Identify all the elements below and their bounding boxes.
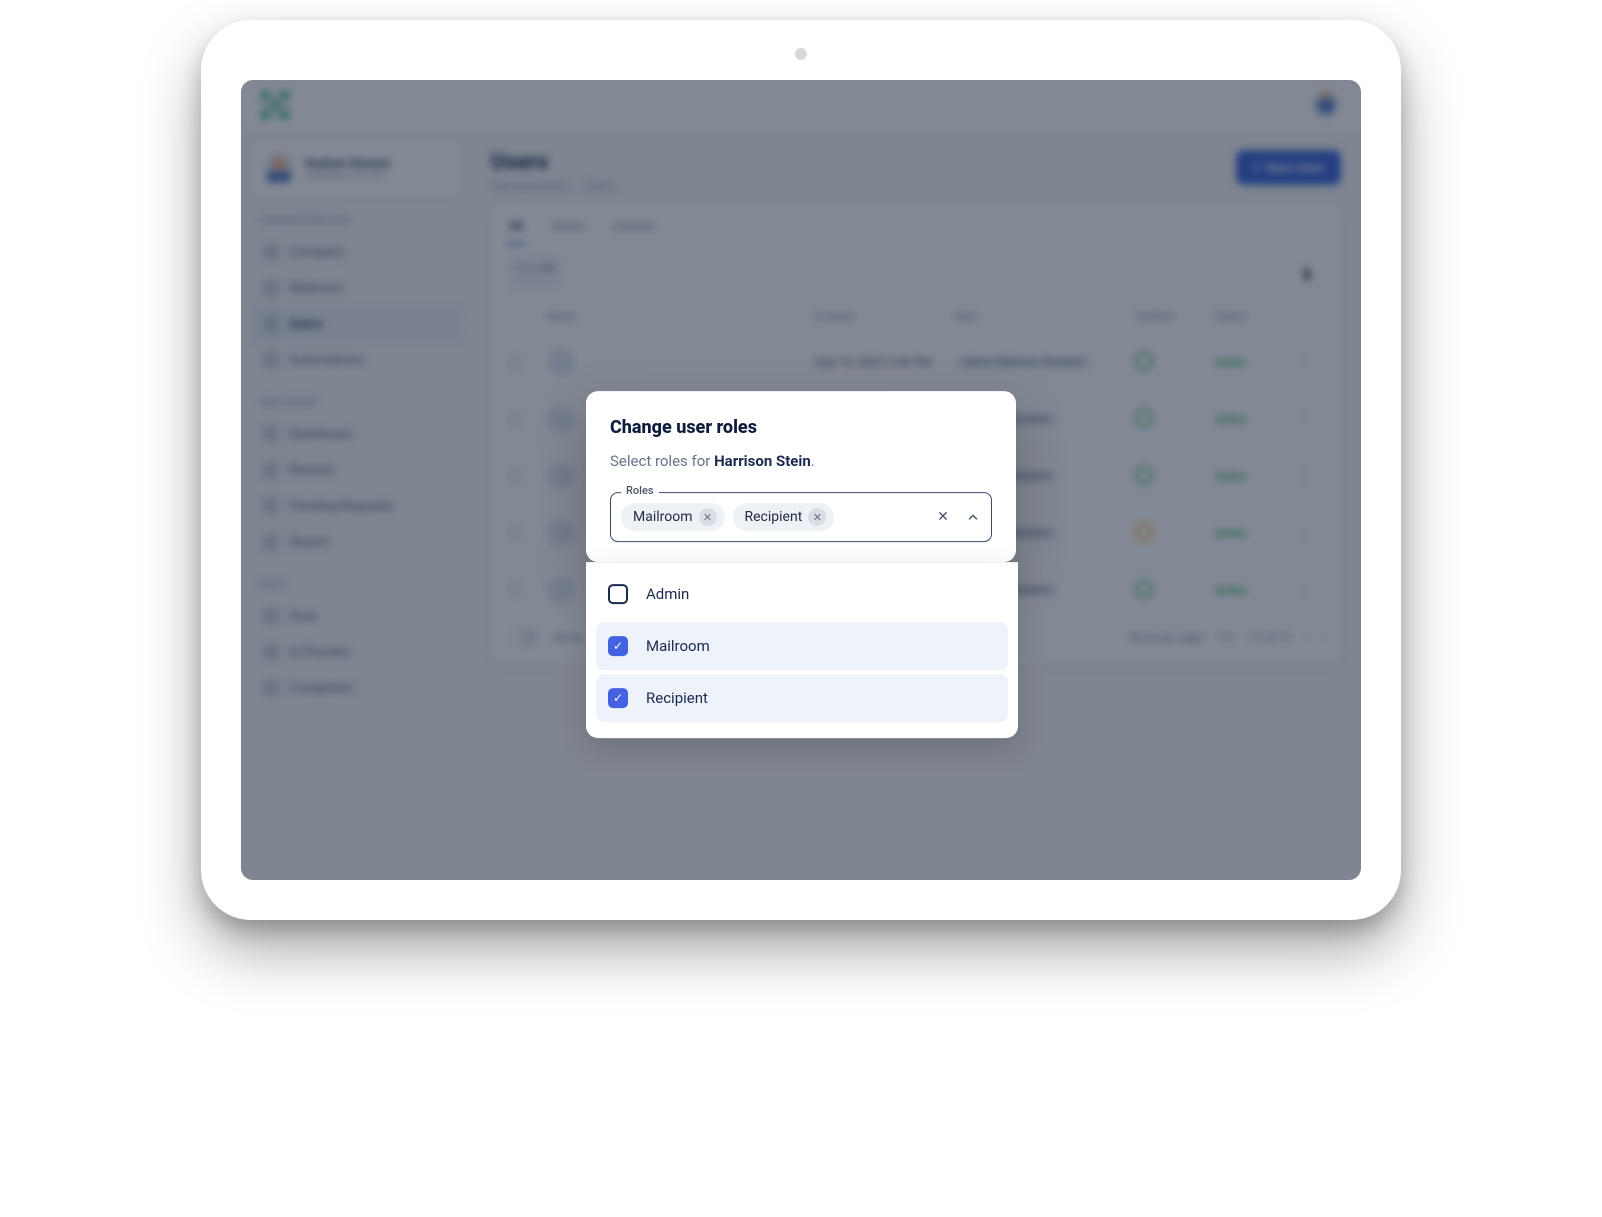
checkbox-checked-icon: ✓	[608, 688, 628, 708]
role-chip-recipient: Recipient ✕	[733, 503, 835, 531]
chip-remove-button[interactable]: ✕	[699, 508, 717, 526]
chip-remove-button[interactable]: ✕	[808, 508, 826, 526]
field-label: Roles	[621, 484, 659, 497]
option-recipient[interactable]: ✓ Recipient	[596, 674, 1008, 722]
chevron-up-icon[interactable]	[965, 509, 981, 525]
modal-title: Change user roles	[610, 417, 992, 438]
roles-dropdown: Admin ✓ Mailroom ✓ Recipient	[586, 562, 1018, 738]
change-roles-modal: Change user roles Select roles for Harri…	[586, 391, 1016, 562]
clear-all-button[interactable]: ✕	[935, 509, 951, 525]
role-chip-mailroom: Mailroom ✕	[621, 503, 725, 531]
roles-multiselect[interactable]: Roles Mailroom ✕ Recipient ✕ ✕	[610, 492, 992, 542]
modal-subtitle: Select roles for Harrison Stein.	[610, 452, 992, 470]
option-mailroom[interactable]: ✓ Mailroom	[596, 622, 1008, 670]
tablet-frame: Hudson Alvarez alvabharmons.net ADMINIST…	[201, 20, 1401, 920]
option-admin[interactable]: Admin	[596, 570, 1008, 618]
app-screen: Hudson Alvarez alvabharmons.net ADMINIST…	[241, 80, 1361, 880]
camera-dot	[795, 48, 807, 60]
checkbox-checked-icon: ✓	[608, 636, 628, 656]
checkbox-unchecked-icon	[608, 584, 628, 604]
